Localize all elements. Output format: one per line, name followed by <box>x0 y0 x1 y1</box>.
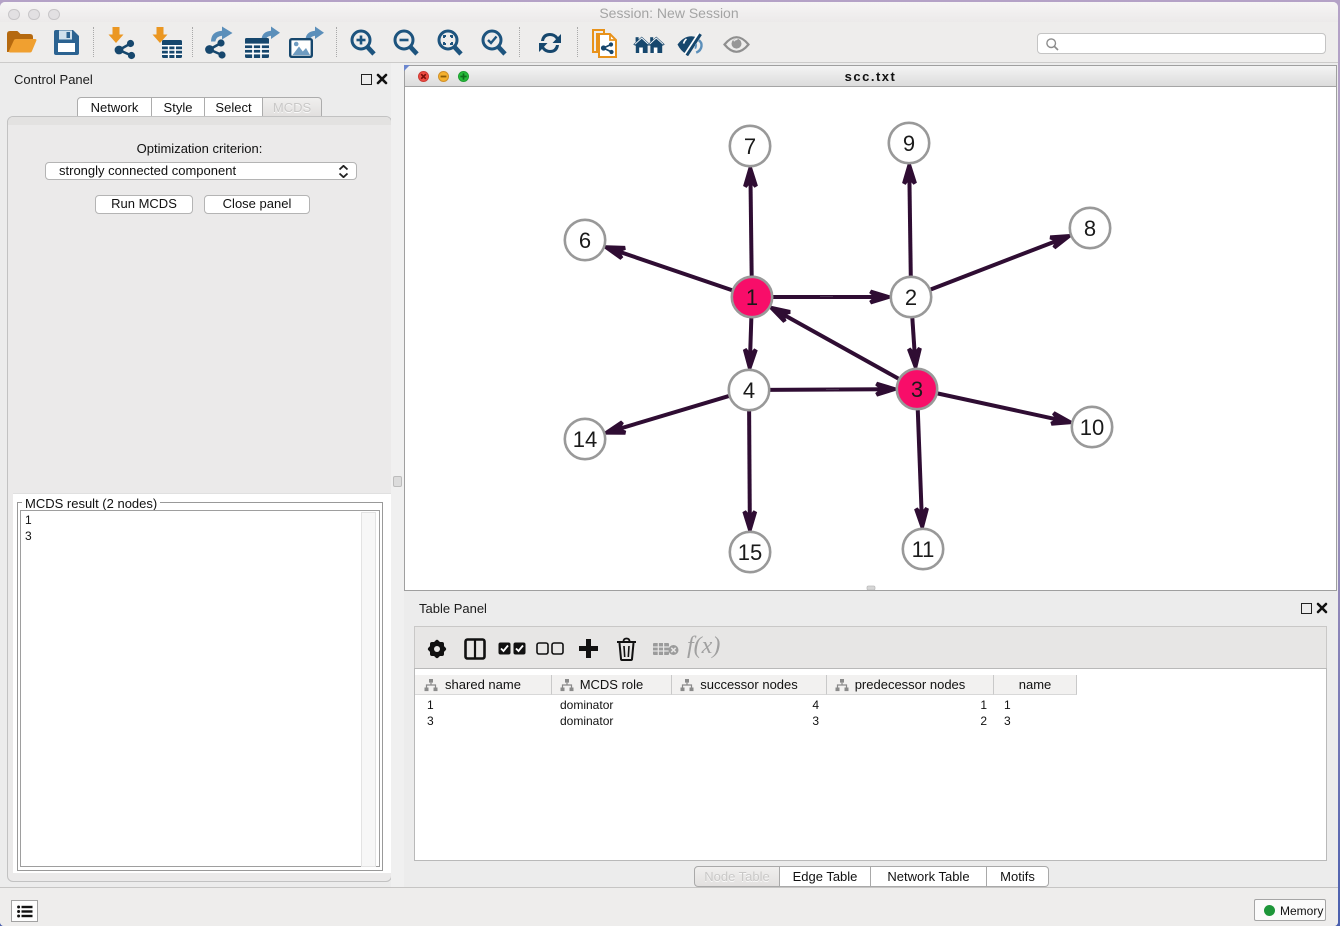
svg-text:4: 4 <box>743 378 755 403</box>
svg-text:6: 6 <box>579 228 591 253</box>
svg-text:10: 10 <box>1080 415 1104 440</box>
svg-text:8: 8 <box>1084 216 1096 241</box>
svg-text:7: 7 <box>744 134 756 159</box>
svg-text:15: 15 <box>738 540 762 565</box>
svg-text:14: 14 <box>573 427 597 452</box>
svg-text:2: 2 <box>905 285 917 310</box>
svg-text:3: 3 <box>911 377 923 402</box>
svg-text:1: 1 <box>746 285 758 310</box>
svg-text:9: 9 <box>903 131 915 156</box>
svg-text:11: 11 <box>912 537 935 562</box>
